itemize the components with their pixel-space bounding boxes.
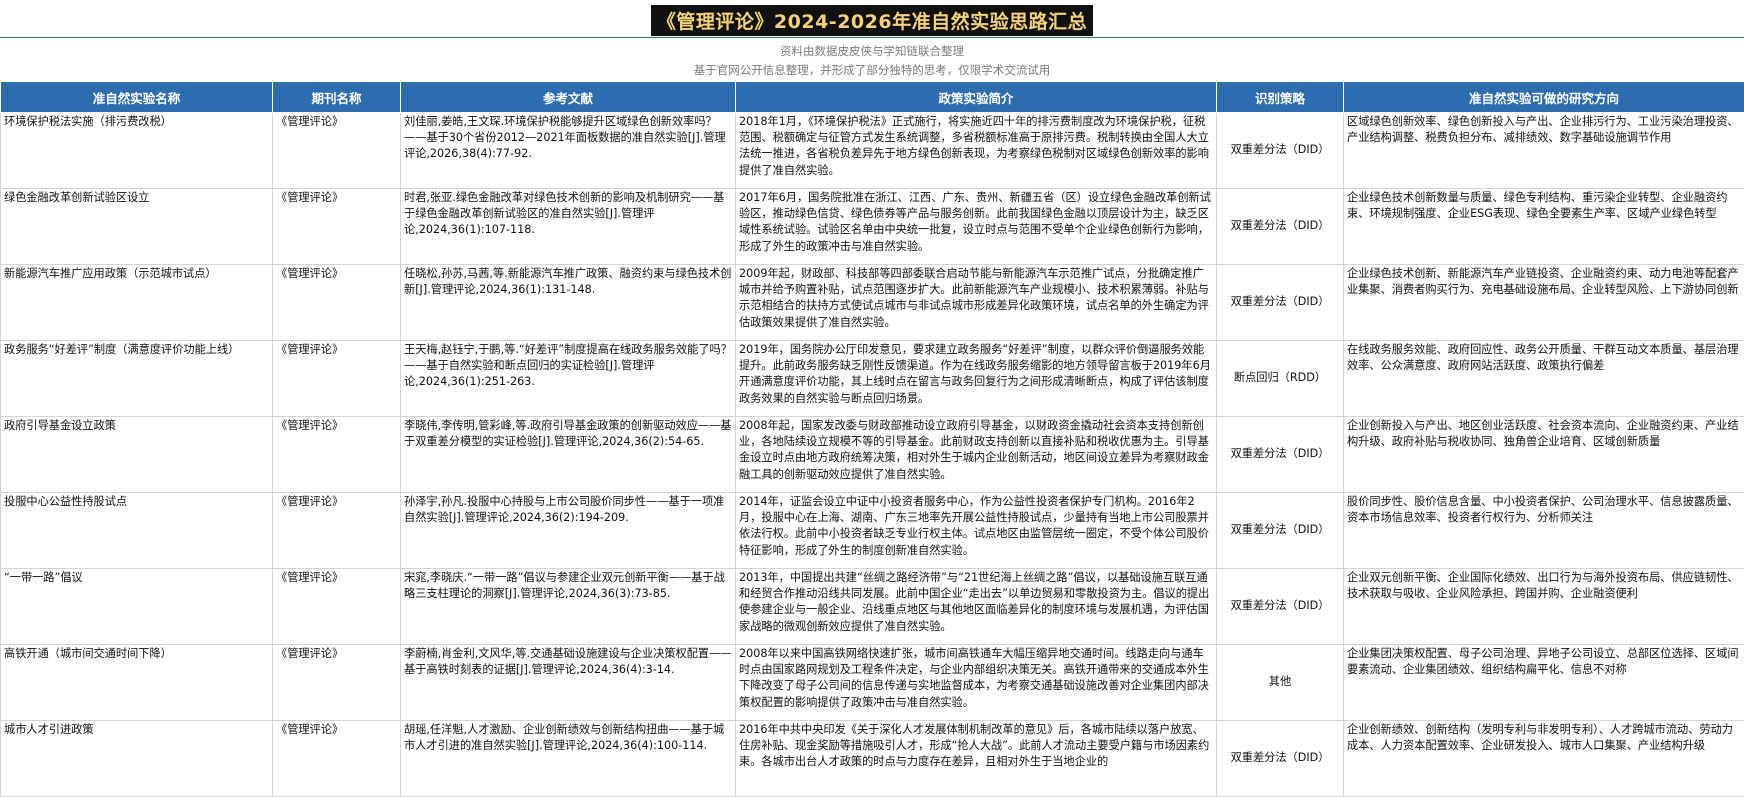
cell-intro[interactable]: 2014年，证监会设立中证中小投资者服务中心，作为公益性投资者保护专门机构。20…: [736, 493, 1217, 569]
subtitle-disclaimer: 基于官网公开信息整理，并形成了部分独特的思考，仅限学术交流试用: [0, 61, 1744, 79]
cell-direction[interactable]: 企业创新绩效、创新结构（发明专利与非发明专利）、人才跨城市流动、劳动力成本、人力…: [1344, 721, 1744, 797]
header-intro[interactable]: 政策实验简介: [736, 82, 1217, 113]
cell-strategy[interactable]: 双重差分法（DID）: [1217, 265, 1344, 341]
experiment-table: 准自然实验名称 期刊名称 参考文献 政策实验简介 识别策略 准自然实验可做的研究…: [0, 81, 1744, 797]
cell-strategy[interactable]: 双重差分法（DID）: [1217, 721, 1344, 797]
table-row: “一带一路”倡议 《管理评论》 宋窕,李晓庆.“一带一路”倡议与参建企业双元创新…: [1, 569, 1744, 645]
subtitle-source: 资料由数据皮皮侠与学知链联合整理: [0, 41, 1744, 61]
table-row: 政务服务“好差评”制度（满意度评价功能上线） 《管理评论》 王天梅,赵钰宁,于鹏…: [1, 341, 1744, 417]
cell-direction[interactable]: 区域绿色创新效率、绿色创新投入与产出、企业排污行为、工业污染治理投资、产业结构调…: [1344, 113, 1744, 189]
cell-journal[interactable]: 《管理评论》: [273, 721, 401, 797]
header-strategy[interactable]: 识别策略: [1217, 82, 1344, 113]
table-row: 高铁开通（城市间交通时间下降） 《管理评论》 李蔚楠,肖金利,文风华,等.交通基…: [1, 645, 1744, 721]
cell-direction[interactable]: 企业创新投入与产出、地区创业活跃度、社会资本流向、企业融资约束、产业结构升级、政…: [1344, 417, 1744, 493]
table-row: 环境保护税法实施（排污费改税） 《管理评论》 刘佳丽,姜皓,王文琛.环境保护税能…: [1, 113, 1744, 189]
title-bar: 《管理评论》2024-2026年准自然实验思路汇总: [0, 0, 1744, 38]
cell-direction[interactable]: 企业双元创新平衡、企业国际化绩效、出口行为与海外投资布局、供应链韧性、技术获取与…: [1344, 569, 1744, 645]
header-journal[interactable]: 期刊名称: [273, 82, 401, 113]
cell-direction[interactable]: 企业绿色技术创新数量与质量、绿色专利结构、重污染企业转型、企业融资约束、环境规制…: [1344, 189, 1744, 265]
cell-direction[interactable]: 企业绿色技术创新、新能源汽车产业链投资、企业融资约束、动力电池等配套产业集聚、消…: [1344, 265, 1744, 341]
cell-strategy[interactable]: 双重差分法（DID）: [1217, 417, 1344, 493]
cell-intro[interactable]: 2013年，中国提出共建“丝绸之路经济带”与“21世纪海上丝绸之路”倡议，以基础…: [736, 569, 1217, 645]
cell-reference[interactable]: 时君,张亚.绿色金融改革对绿色技术创新的影响及机制研究——基于绿色金融改革创新试…: [401, 189, 736, 265]
cell-intro[interactable]: 2008年以来中国高铁网络快速扩张，城市间高铁通车大幅压缩异地交通时间。线路走向…: [736, 645, 1217, 721]
cell-journal[interactable]: 《管理评论》: [273, 645, 401, 721]
cell-name[interactable]: 政府引导基金设立政策: [1, 417, 273, 493]
cell-name[interactable]: 政务服务“好差评”制度（满意度评价功能上线）: [1, 341, 273, 417]
cell-intro[interactable]: 2008年起，国家发改委与财政部推动设立政府引导基金，以财政资金撬动社会资本支持…: [736, 417, 1217, 493]
cell-direction[interactable]: 企业集团决策权配置、母子公司治理、异地子公司设立、总部区位选择、区域间要素流动、…: [1344, 645, 1744, 721]
table-row: 政府引导基金设立政策 《管理评论》 李晓伟,李传明,管彩峰,等.政府引导基金政策…: [1, 417, 1744, 493]
cell-strategy[interactable]: 断点回归（RDD）: [1217, 341, 1344, 417]
cell-journal[interactable]: 《管理评论》: [273, 493, 401, 569]
cell-intro[interactable]: 2009年起，财政部、科技部等四部委联合启动节能与新能源汽车示范推广试点，分批确…: [736, 265, 1217, 341]
cell-reference[interactable]: 宋窕,李晓庆.“一带一路”倡议与参建企业双元创新平衡——基于战略三支柱理论的洞察…: [401, 569, 736, 645]
cell-intro[interactable]: 2016年中共中央印发《关于深化人才发展体制机制改革的意见》后，各城市陆续以落户…: [736, 721, 1217, 797]
cell-journal[interactable]: 《管理评论》: [273, 417, 401, 493]
cell-reference[interactable]: 任晓松,孙苏,马茜,等.新能源汽车推广政策、融资约束与绿色技术创新[J].管理评…: [401, 265, 736, 341]
cell-strategy[interactable]: 双重差分法（DID）: [1217, 569, 1344, 645]
table-row: 城市人才引进政策 《管理评论》 胡瑶,任洋魁,人才激励、企业创新绩效与创新结构扭…: [1, 721, 1744, 797]
cell-strategy[interactable]: 双重差分法（DID）: [1217, 189, 1344, 265]
cell-strategy[interactable]: 其他: [1217, 645, 1344, 721]
cell-name[interactable]: 高铁开通（城市间交通时间下降）: [1, 645, 273, 721]
cell-journal[interactable]: 《管理评论》: [273, 569, 401, 645]
header-direction[interactable]: 准自然实验可做的研究方向: [1344, 82, 1744, 113]
cell-journal[interactable]: 《管理评论》: [273, 113, 401, 189]
cell-reference[interactable]: 李晓伟,李传明,管彩峰,等.政府引导基金政策的创新驱动效应——基于双重差分模型的…: [401, 417, 736, 493]
header-reference[interactable]: 参考文献: [401, 82, 736, 113]
cell-reference[interactable]: 胡瑶,任洋魁,人才激励、企业创新绩效与创新结构扭曲——基于城市人才引进的准自然实…: [401, 721, 736, 797]
table-row: 绿色金融改革创新试验区设立 《管理评论》 时君,张亚.绿色金融改革对绿色技术创新…: [1, 189, 1744, 265]
cell-reference[interactable]: 王天梅,赵钰宁,于鹏,等.“好差评”制度提高在线政务服务效能了吗？——基于自然实…: [401, 341, 736, 417]
cell-reference[interactable]: 刘佳丽,姜皓,王文琛.环境保护税能够提升区域绿色创新效率吗？——基于30个省份2…: [401, 113, 736, 189]
cell-name[interactable]: 新能源汽车推广应用政策（示范城市试点）: [1, 265, 273, 341]
cell-reference[interactable]: 李蔚楠,肖金利,文风华,等.交通基础设施建设与企业决策权配置——基于高铁时刻表的…: [401, 645, 736, 721]
header-name[interactable]: 准自然实验名称: [1, 82, 273, 113]
cell-intro[interactable]: 2017年6月，国务院批准在浙江、江西、广东、贵州、新疆五省（区）设立绿色金融改…: [736, 189, 1217, 265]
cell-name[interactable]: “一带一路”倡议: [1, 569, 273, 645]
cell-name[interactable]: 环境保护税法实施（排污费改税）: [1, 113, 273, 189]
cell-name[interactable]: 投服中心公益性持股试点: [1, 493, 273, 569]
cell-journal[interactable]: 《管理评论》: [273, 189, 401, 265]
cell-reference[interactable]: 孙泽宇,孙凡.投服中心持股与上市公司股价同步性——基于一项准自然实验[J].管理…: [401, 493, 736, 569]
table-row: 新能源汽车推广应用政策（示范城市试点） 《管理评论》 任晓松,孙苏,马茜,等.新…: [1, 265, 1744, 341]
cell-strategy[interactable]: 双重差分法（DID）: [1217, 113, 1344, 189]
page-title: 《管理评论》2024-2026年准自然实验思路汇总: [651, 5, 1093, 36]
cell-intro[interactable]: 2019年，国务院办公厅印发意见，要求建立政务服务“好差评”制度，以群众评价倒逼…: [736, 341, 1217, 417]
cell-strategy[interactable]: 双重差分法（DID）: [1217, 493, 1344, 569]
cell-name[interactable]: 城市人才引进政策: [1, 721, 273, 797]
table-row: 投服中心公益性持股试点 《管理评论》 孙泽宇,孙凡.投服中心持股与上市公司股价同…: [1, 493, 1744, 569]
cell-direction[interactable]: 在线政务服务效能、政府回应性、政务公开质量、干群互动文本质量、基层治理效率、公众…: [1344, 341, 1744, 417]
cell-name[interactable]: 绿色金融改革创新试验区设立: [1, 189, 273, 265]
cell-journal[interactable]: 《管理评论》: [273, 265, 401, 341]
cell-direction[interactable]: 股价同步性、股价信息含量、中小投资者保护、公司治理水平、信息披露质量、资本市场信…: [1344, 493, 1744, 569]
cell-journal[interactable]: 《管理评论》: [273, 341, 401, 417]
cell-intro[interactable]: 2018年1月，《环境保护税法》正式施行，将实施近四十年的排污费制度改为环境保护…: [736, 113, 1217, 189]
header-row: 准自然实验名称 期刊名称 参考文献 政策实验简介 识别策略 准自然实验可做的研究…: [1, 82, 1744, 113]
